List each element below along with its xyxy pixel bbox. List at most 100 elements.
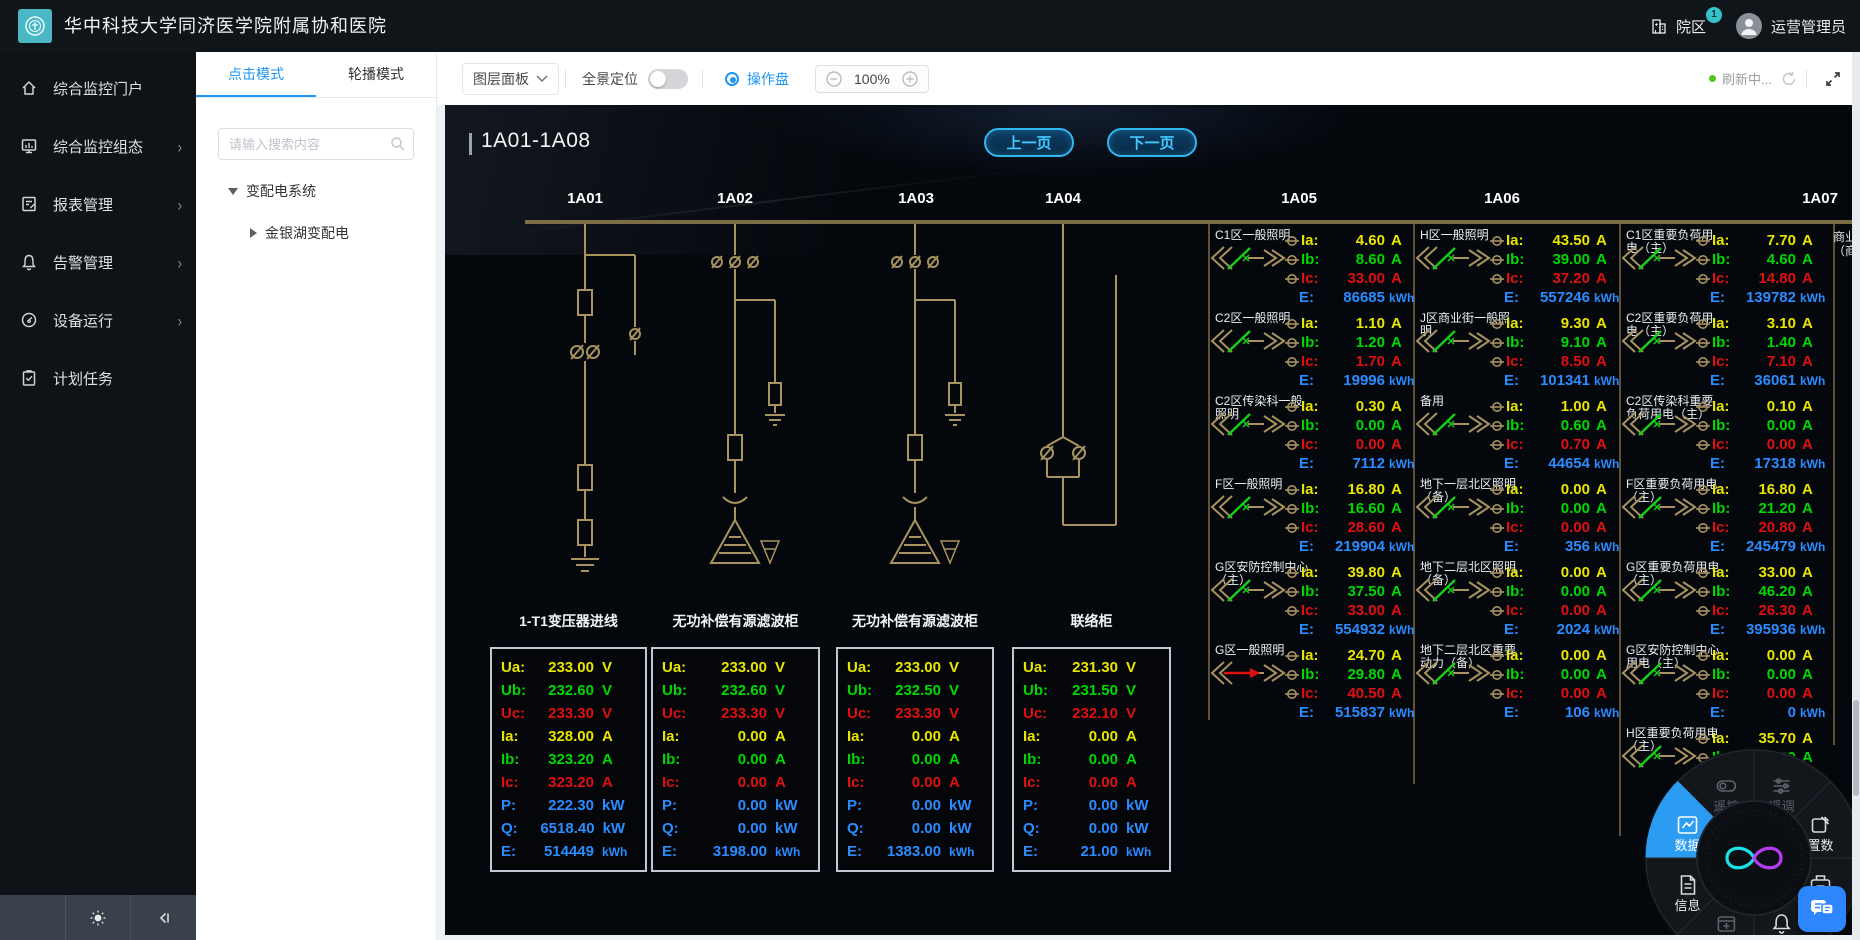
connector-icon [1490,318,1504,330]
operation-pad-label[interactable]: 操作盘 [747,69,789,89]
connector-icon [1285,356,1299,368]
sidebar-item-scada[interactable]: 综合监控组态 › [0,117,196,175]
zoom-in-button[interactable] [902,71,918,87]
connector-icon [1490,273,1504,285]
feeder-row[interactable]: C2区传染科一般照明 Ia:0.30A Ib:0.00A Ic:0.00A E:… [1211,394,1411,477]
building-icon [1649,16,1669,36]
bay-1A01 [571,224,640,571]
feeder-row[interactable]: H区一般照明 Ia:43.50A Ib:39.00A Ic:37.20A E:5… [1416,228,1616,311]
feeder-row[interactable]: C2区一般照明 Ia:1.10A Ib:1.20A Ic:1.70A E:199… [1211,311,1411,394]
feeder-row[interactable]: 地下二层北区照明（备） Ia:0.00A Ib:0.00A Ic:0.00A E… [1416,560,1616,643]
connector-icon [1696,420,1710,432]
sidebar-item-devices[interactable]: 设备运行 › [0,291,196,349]
feeder-row[interactable]: 地下二层北区重要动力（备） Ia:0.00A Ib:0.00A Ic:0.00A… [1416,643,1616,726]
mode-tabs: 点击模式 轮播模式 [196,52,436,98]
bay-label: 无功补偿有源滤波柜 [641,611,830,631]
avatar [1736,13,1762,39]
feeder-row[interactable]: F区一般照明 Ia:16.80A Ib:16.60A Ic:28.60A E:2… [1211,477,1411,560]
feeder-row[interactable]: C1区重要负荷用电（主） Ia:7.70A Ib:4.60A Ic:14.80A… [1622,228,1830,311]
connector-icon [1490,669,1504,681]
measurement-row: P: 0.00 kW [838,794,992,817]
zoom-out-button[interactable] [826,71,842,87]
measurement-row: P: 0.00 kW [1014,794,1169,817]
connector-icon [1285,420,1299,432]
feeder-row[interactable]: 备用 Ia:1.00A Ib:0.60A Ic:0.70A E:44654kWh [1416,394,1616,477]
bay-1A02 [711,224,785,563]
feeder-row[interactable]: F区重要负荷用电（主） Ia:16.80A Ib:21.20A Ic:20.80… [1622,477,1830,560]
panorama-toggle[interactable] [648,69,688,89]
measurement-panel[interactable]: 联络柜 Ua: 231.30 V Ub: 231.50 V Uc: 232.10… [1012,647,1171,872]
feeder-row[interactable]: C2区传染科重要负荷用电（主） Ia:0.10A Ib:0.00A Ic:0.0… [1622,394,1830,477]
scrollbar-thumb[interactable] [1853,700,1859,796]
connector-icon [1696,650,1710,662]
feeder-row[interactable]: C2区重要负荷用电（主） Ia:3.10A Ib:1.40A Ic:7.10A … [1622,311,1830,394]
bay-1A04 [1041,224,1116,525]
sidebar-item-reports[interactable]: 报表管理 › [0,175,196,233]
footer-empty-cell [0,895,66,940]
fullscreen-icon[interactable] [1824,70,1842,88]
feeder-row[interactable]: G区一般照明 Ia:24.70A Ib:29.80A Ic:40.50A E:5… [1211,643,1411,726]
measurement-row: Ub: 231.50 V [1014,679,1169,702]
measurement-row: Ib: 0.00 A [838,748,992,771]
feeder-row[interactable]: G区安防控制中心（主） Ia:39.80A Ib:37.50A Ic:33.00… [1211,560,1411,643]
connector-icon [1285,688,1299,700]
chevron-down-icon [536,75,548,83]
person-icon [1736,13,1762,39]
sidebar-item-alarms[interactable]: 告警管理 › [0,233,196,291]
measurement-panel[interactable]: 1-T1变压器进线 Ua: 233.00 V Ub: 232.60 V Uc: … [490,647,647,872]
connector-icon [1490,401,1504,413]
connector-icon [1285,439,1299,451]
connector-icon [1490,484,1504,496]
measurement-row: E: 21.00 kWh [1014,840,1169,863]
feeder-row[interactable]: J区商业街一般照明 Ia:9.30A Ib:9.10A Ic:8.50A E:1… [1416,311,1616,394]
connector-icon [1490,650,1504,662]
connector-icon [1696,401,1710,413]
measurement-panel[interactable]: 无功补偿有源滤波柜 Ua: 233.00 V Ub: 232.50 V Uc: … [836,647,994,872]
theme-toggle-button[interactable] [66,895,132,940]
connector-icon [1696,273,1710,285]
tree-node-jinyinhu[interactable]: 金银湖变配电 [196,218,437,248]
refresh-icon[interactable] [1780,70,1798,88]
connector-icon [1285,273,1299,285]
zoom-level: 100% [854,71,890,87]
bus-bar [525,220,1852,224]
layer-panel-button[interactable]: 图层面板 [462,63,559,95]
connector-icon [1285,484,1299,496]
connector-icon [1490,337,1504,349]
canvas-toolbar: 图层面板 全景定位 操作盘 100% 刷新中... [437,52,1852,105]
feeder-row[interactable]: G区重要负荷用电（主） Ia:33.00A Ib:46.20A Ic:26.30… [1622,560,1830,643]
collapse-sidebar-button[interactable] [131,895,196,940]
collapse-icon [155,909,173,927]
measurement-row: Ib: 0.00 A [1014,748,1169,771]
connector-icon [1285,235,1299,247]
feeder-row[interactable]: 地下一层北区照明（备） Ia:0.00A Ib:0.00A Ic:0.00A E… [1416,477,1616,560]
chat-button[interactable] [1798,886,1846,932]
tab-click-mode[interactable]: 点击模式 [196,52,316,97]
bay-1A03 [891,224,965,563]
campus-button[interactable]: 院区 1 [1649,16,1706,37]
tree-node-power-system[interactable]: 变配电系统 [196,176,437,206]
feeder-row[interactable]: G区安防控制中心用电（主） Ia:0.00A Ib:0.00A Ic:0.00A… [1622,643,1830,726]
measurement-row: Ub: 232.60 V [492,679,645,702]
chat-icon [1809,897,1835,921]
sidebar-item-portal[interactable]: 综合监控门户 [0,59,196,117]
scada-canvas[interactable]: 1A01-1A08 上一页 下一页 1A01 1A02 1A03 1A04 1A… [445,105,1852,935]
search-input[interactable] [218,128,414,160]
measurement-panel[interactable]: 无功补偿有源滤波柜 Ua: 233.00 V Ub: 232.60 V Uc: … [651,647,820,872]
sidebar-item-tasks[interactable]: 计划任务 [0,349,196,407]
measurement-row: P: 0.00 kW [653,794,818,817]
measurement-row: Ua: 231.30 V [1014,656,1169,679]
measurement-row: Ib: 323.20 A [492,748,645,771]
connector-icon [1285,605,1299,617]
connector-icon [1696,586,1710,598]
connector-icon [1490,420,1504,432]
measurement-row: Ua: 233.00 V [492,656,645,679]
chevron-right-icon: › [178,136,182,156]
feeder-row[interactable]: C1区一般照明 Ia:4.60A Ib:8.60A Ic:33.00A E:86… [1211,228,1411,311]
measurement-row: Ub: 232.50 V [838,679,992,702]
measurement-row: Uc: 233.30 V [838,702,992,725]
operation-pad-radio[interactable] [725,72,739,86]
user-menu[interactable]: 运营管理员 [1736,13,1846,39]
tab-carousel-mode[interactable]: 轮播模式 [316,52,436,97]
connector-icon [1490,254,1504,266]
